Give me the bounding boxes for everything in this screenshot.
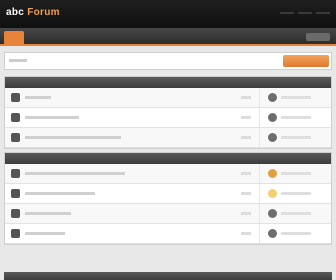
- header-link-login[interactable]: [280, 12, 294, 14]
- category-header-bar: [5, 77, 331, 88]
- last-post-info[interactable]: [281, 96, 311, 99]
- forum-row[interactable]: [5, 128, 331, 148]
- forum-icon: [11, 169, 20, 178]
- column-divider: [259, 88, 260, 107]
- nav-search-button[interactable]: [306, 33, 330, 41]
- forum-icon: [11, 229, 20, 238]
- category-block-1: [4, 76, 332, 149]
- header-link-help[interactable]: [316, 12, 330, 14]
- forum-title[interactable]: [25, 172, 125, 175]
- forum-list: [5, 164, 331, 244]
- forum-post-count: [241, 212, 251, 215]
- last-post-info[interactable]: [281, 192, 311, 195]
- forum-post-count: [241, 172, 251, 175]
- header-links: [280, 9, 330, 14]
- column-divider: [259, 184, 260, 203]
- forum-post-count: [241, 96, 251, 99]
- forum-toolbar: [4, 52, 332, 70]
- forum-row[interactable]: [5, 108, 331, 128]
- forum-title[interactable]: [25, 192, 95, 195]
- breadcrumb[interactable]: [9, 59, 27, 62]
- site-header: abc Forum: [0, 0, 336, 28]
- column-divider: [259, 204, 260, 223]
- forum-row[interactable]: [5, 204, 331, 224]
- category-block-2: [4, 152, 332, 245]
- last-post-info[interactable]: [281, 116, 311, 119]
- forum-post-count: [241, 192, 251, 195]
- last-post-avatar[interactable]: [268, 209, 277, 218]
- forum-post-count: [241, 136, 251, 139]
- header-link-register[interactable]: [298, 12, 312, 14]
- last-post-avatar[interactable]: [268, 113, 277, 122]
- last-post-avatar[interactable]: [268, 229, 277, 238]
- forum-post-count: [241, 116, 251, 119]
- forum-icon: [11, 209, 20, 218]
- new-topic-button[interactable]: [283, 55, 329, 67]
- column-divider: [259, 164, 260, 183]
- last-post-info[interactable]: [281, 212, 311, 215]
- forum-icon: [11, 189, 20, 198]
- forum-icon: [11, 113, 20, 122]
- forum-title[interactable]: [25, 136, 121, 139]
- forum-row[interactable]: [5, 184, 331, 204]
- forum-title[interactable]: [25, 232, 65, 235]
- last-post-info[interactable]: [281, 172, 311, 175]
- forum-icon: [11, 133, 20, 142]
- nav-tab-forums[interactable]: [4, 31, 24, 46]
- forum-title[interactable]: [25, 96, 51, 99]
- last-post-info[interactable]: [281, 232, 311, 235]
- forum-post-count: [241, 232, 251, 235]
- forum-row[interactable]: [5, 164, 331, 184]
- column-divider: [259, 224, 260, 243]
- last-post-avatar[interactable]: [268, 93, 277, 102]
- main-navbar: [0, 28, 336, 46]
- forum-icon: [11, 93, 20, 102]
- last-post-info[interactable]: [281, 136, 311, 139]
- last-post-avatar[interactable]: [268, 189, 277, 198]
- column-divider: [259, 108, 260, 127]
- forum-row[interactable]: [5, 88, 331, 108]
- logo-text: abc: [6, 7, 25, 18]
- forum-list: [5, 88, 331, 148]
- forum-title[interactable]: [25, 212, 71, 215]
- last-post-avatar[interactable]: [268, 169, 277, 178]
- forum-title[interactable]: [25, 116, 79, 119]
- category-header-bar: [5, 153, 331, 164]
- last-post-avatar[interactable]: [268, 133, 277, 142]
- category-header-bar: [4, 272, 332, 280]
- logo-accent-text: Forum: [27, 7, 60, 18]
- column-divider: [259, 128, 260, 147]
- site-logo[interactable]: abc Forum: [6, 7, 60, 18]
- forum-row[interactable]: [5, 224, 331, 244]
